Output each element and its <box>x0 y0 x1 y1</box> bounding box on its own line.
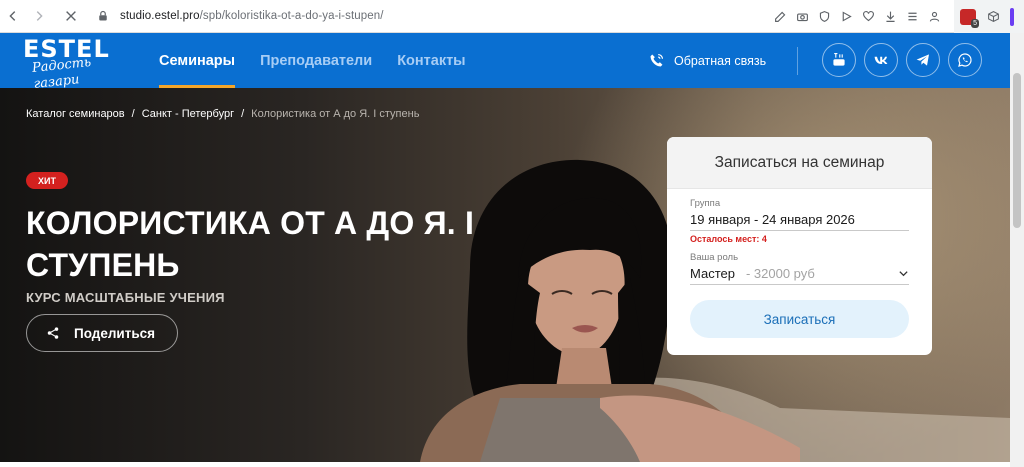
extension-badge-count: 5 <box>971 18 979 28</box>
group-label: Группа <box>690 198 721 209</box>
vk-link[interactable] <box>864 43 898 77</box>
group-field[interactable]: Группа 19 января - 24 января 2026 Остало… <box>690 198 909 244</box>
play-icon[interactable] <box>838 9 854 25</box>
signup-card: Записаться на семинар Группа 19 января -… <box>667 137 932 355</box>
back-button[interactable] <box>2 5 24 27</box>
share-icon <box>47 327 59 339</box>
signup-submit-button[interactable]: Записаться <box>690 300 909 338</box>
breadcrumb: Каталог семинаров / Санкт - Петербург / … <box>26 108 419 120</box>
download-icon[interactable] <box>882 9 898 25</box>
page-scrollbar[interactable] <box>1010 33 1024 467</box>
whatsapp-link[interactable] <box>948 43 982 77</box>
whatsapp-icon <box>958 53 972 67</box>
address-bar[interactable]: studio.estel.pro/spb/koloristika-ot-a-do… <box>120 10 384 22</box>
edit-icon[interactable] <box>772 9 788 25</box>
chevron-down-icon[interactable] <box>898 268 909 279</box>
phone-callback-icon <box>650 53 664 67</box>
group-select[interactable]: 19 января - 24 января 2026 <box>690 212 909 231</box>
breadcrumb-separator: / <box>241 108 245 120</box>
share-label: Поделиться <box>74 325 156 341</box>
arrow-left-icon <box>9 11 16 21</box>
shield-icon[interactable] <box>816 9 832 25</box>
share-button[interactable]: Поделиться <box>26 314 178 352</box>
signup-card-title: Записаться на семинар <box>667 137 932 189</box>
course-subtitle: КУРС МАСШТАБНЫЕ УЧЕНИЯ <box>26 290 225 305</box>
account-icon[interactable] <box>926 9 942 25</box>
nav-item-contacts[interactable]: Контакты <box>397 33 465 88</box>
heart-icon[interactable] <box>860 9 876 25</box>
extensions-area: 5 <box>954 0 1024 33</box>
callback-label: Обратная связь <box>674 53 767 68</box>
breadcrumb-item-city[interactable]: Санкт - Петербург <box>142 108 234 120</box>
arrow-right-icon <box>36 11 43 21</box>
toolbar-icons <box>772 0 942 33</box>
nav-item-seminars[interactable]: Семинары <box>159 33 236 88</box>
header-divider <box>797 47 798 75</box>
nav-item-teachers[interactable]: Преподаватели <box>260 33 372 88</box>
extension-icon[interactable]: 5 <box>960 8 979 28</box>
url-host: studio.estel.pro <box>120 10 200 22</box>
extensions-icon[interactable] <box>986 10 1000 24</box>
role-select[interactable]: Мастер - 32000 руб <box>690 266 909 285</box>
browser-toolbar: studio.estel.pro/spb/koloristika-ot-a-do… <box>0 0 1024 33</box>
stop-loading-button[interactable] <box>60 5 82 27</box>
seats-left: Осталось мест: 4 <box>690 234 767 244</box>
course-title: КОЛОРИСТИКА ОТ А ДО Я. I СТУПЕНЬ <box>26 205 475 283</box>
callback-link[interactable]: Обратная связь <box>648 33 766 88</box>
role-price: - 32000 руб <box>745 266 815 281</box>
main-nav: Семинары Преподаватели Контакты <box>159 33 466 88</box>
role-field[interactable]: Ваша роль Мастер - 32000 руб <box>690 252 909 285</box>
forward-button[interactable] <box>28 5 50 27</box>
telegram-icon <box>916 54 929 66</box>
breadcrumb-item-current: Колористика от А до Я. I ступень <box>251 108 420 120</box>
social-links <box>822 43 982 77</box>
youtube-icon <box>833 53 845 66</box>
breadcrumb-separator: / <box>131 108 135 120</box>
lock-icon[interactable] <box>96 9 110 23</box>
breadcrumb-item-catalog[interactable]: Каталог семинаров <box>26 108 125 120</box>
role-value: Мастер <box>690 266 735 281</box>
telegram-link[interactable] <box>906 43 940 77</box>
camera-icon[interactable] <box>794 9 810 25</box>
url-path: /spb/koloristika-ot-a-do-ya-i-stupen/ <box>199 10 384 22</box>
group-value: 19 января - 24 января 2026 <box>690 212 855 227</box>
vk-icon <box>874 56 888 64</box>
site-header: ESTEL Радость газари Семинары Преподават… <box>0 33 1024 92</box>
close-icon <box>66 11 76 21</box>
estel-logo[interactable]: ESTEL Радость газари <box>23 37 138 92</box>
hit-badge: ХИТ <box>26 172 68 189</box>
menu-icon[interactable] <box>904 9 920 25</box>
youtube-link[interactable] <box>822 43 856 77</box>
sidebar-toggle-icon[interactable] <box>1010 7 1014 26</box>
scrollbar-thumb[interactable] <box>1013 73 1021 228</box>
role-label: Ваша роль <box>690 252 739 263</box>
